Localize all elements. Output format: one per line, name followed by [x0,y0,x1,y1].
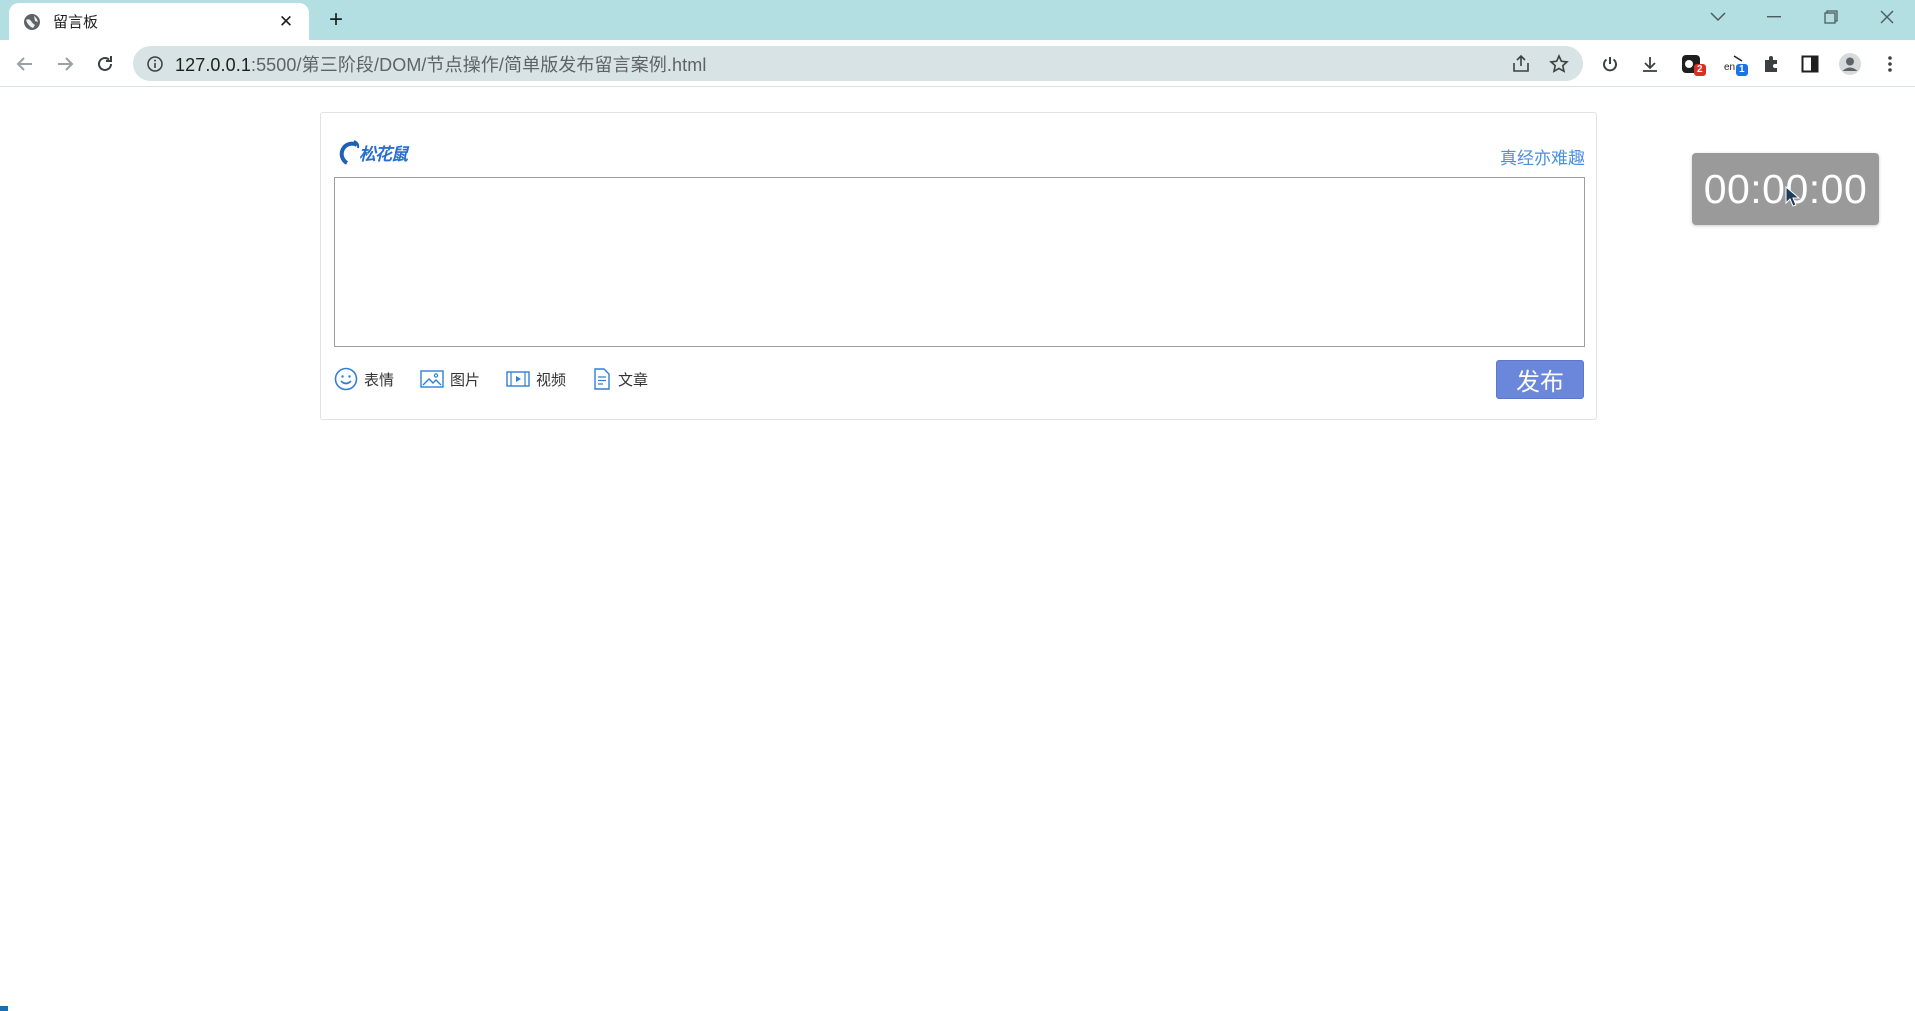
tool-video[interactable]: 视频 [506,369,566,390]
share-icon[interactable] [1511,54,1531,74]
tool-image-label: 图片 [450,371,481,389]
tab-title: 留言板 [53,14,99,31]
message-board-panel: 松花鼠 真经亦难趣 表情 图片 视频 文章 发布 [320,112,1597,420]
reload-icon[interactable] [89,48,121,80]
translate-extension-icon[interactable]: en 1 [1719,50,1748,78]
site-info-icon[interactable] [147,55,163,72]
globe-icon [23,13,41,31]
message-textarea[interactable] [334,177,1585,347]
tagline-link[interactable]: 真经亦难趣 [1500,144,1585,169]
browser-toolbar: 127.0.0.1:5500/第三阶段/DOM/节点操作/简单版发布留言案例.h… [0,40,1915,87]
tab-search-icon[interactable] [1690,0,1746,34]
tool-video-label: 视频 [536,371,567,389]
tool-article-label: 文章 [618,371,649,389]
bookmark-star-icon[interactable] [1549,53,1569,74]
translate-badge: 1 [1736,64,1748,76]
back-arrow-icon[interactable] [9,48,41,80]
tool-emoji[interactable]: 表情 [334,367,394,391]
logo-icon [339,140,360,165]
tool-article[interactable]: 文章 [592,368,648,390]
url-host: 127.0.0.1 [175,54,251,75]
logo-text: 松花鼠 [359,145,408,164]
forward-arrow-icon[interactable] [49,48,81,80]
mouse-cursor-icon [1785,185,1803,213]
address-bar[interactable]: 127.0.0.1:5500/第三阶段/DOM/节点操作/简单版发布留言案例.h… [133,46,1583,81]
publish-button[interactable]: 发布 [1496,360,1584,399]
power-icon[interactable] [1596,50,1624,78]
minimize-icon[interactable] [1746,0,1802,34]
side-panel-icon[interactable] [1796,50,1824,78]
tool-emoji-label: 表情 [364,371,395,389]
url-path: :5500/第三阶段/DOM/节点操作/简单版发布留言案例.html [250,54,707,75]
tool-image[interactable]: 图片 [420,369,480,390]
image-icon [420,369,444,389]
url-text: 127.0.0.1:5500/第三阶段/DOM/节点操作/简单版发布留言案例.h… [175,51,706,77]
document-icon [592,368,612,390]
status-indicator [0,1006,8,1011]
extension-icon[interactable]: 2 [1677,50,1706,78]
puzzle-icon[interactable] [1757,50,1785,78]
download-icon[interactable] [1636,50,1664,78]
tab-strip: 留言板 ✕ + [0,0,1915,40]
toolbar-tools: 表情 图片 视频 文章 [334,367,648,391]
svg-text:en: en [1724,62,1735,73]
extension-badge: 2 [1694,64,1706,76]
restore-icon[interactable] [1803,0,1859,34]
profile-avatar-icon[interactable] [1836,50,1864,78]
menu-kebab-icon[interactable] [1876,50,1904,78]
logo: 松花鼠 [339,139,408,165]
smile-icon [334,367,358,391]
close-window-icon[interactable] [1859,0,1915,34]
new-tab-button[interactable]: + [322,6,350,34]
video-icon [506,369,530,389]
close-tab-icon[interactable]: ✕ [275,11,297,33]
browser-tab[interactable]: 留言板 ✕ [9,3,309,40]
